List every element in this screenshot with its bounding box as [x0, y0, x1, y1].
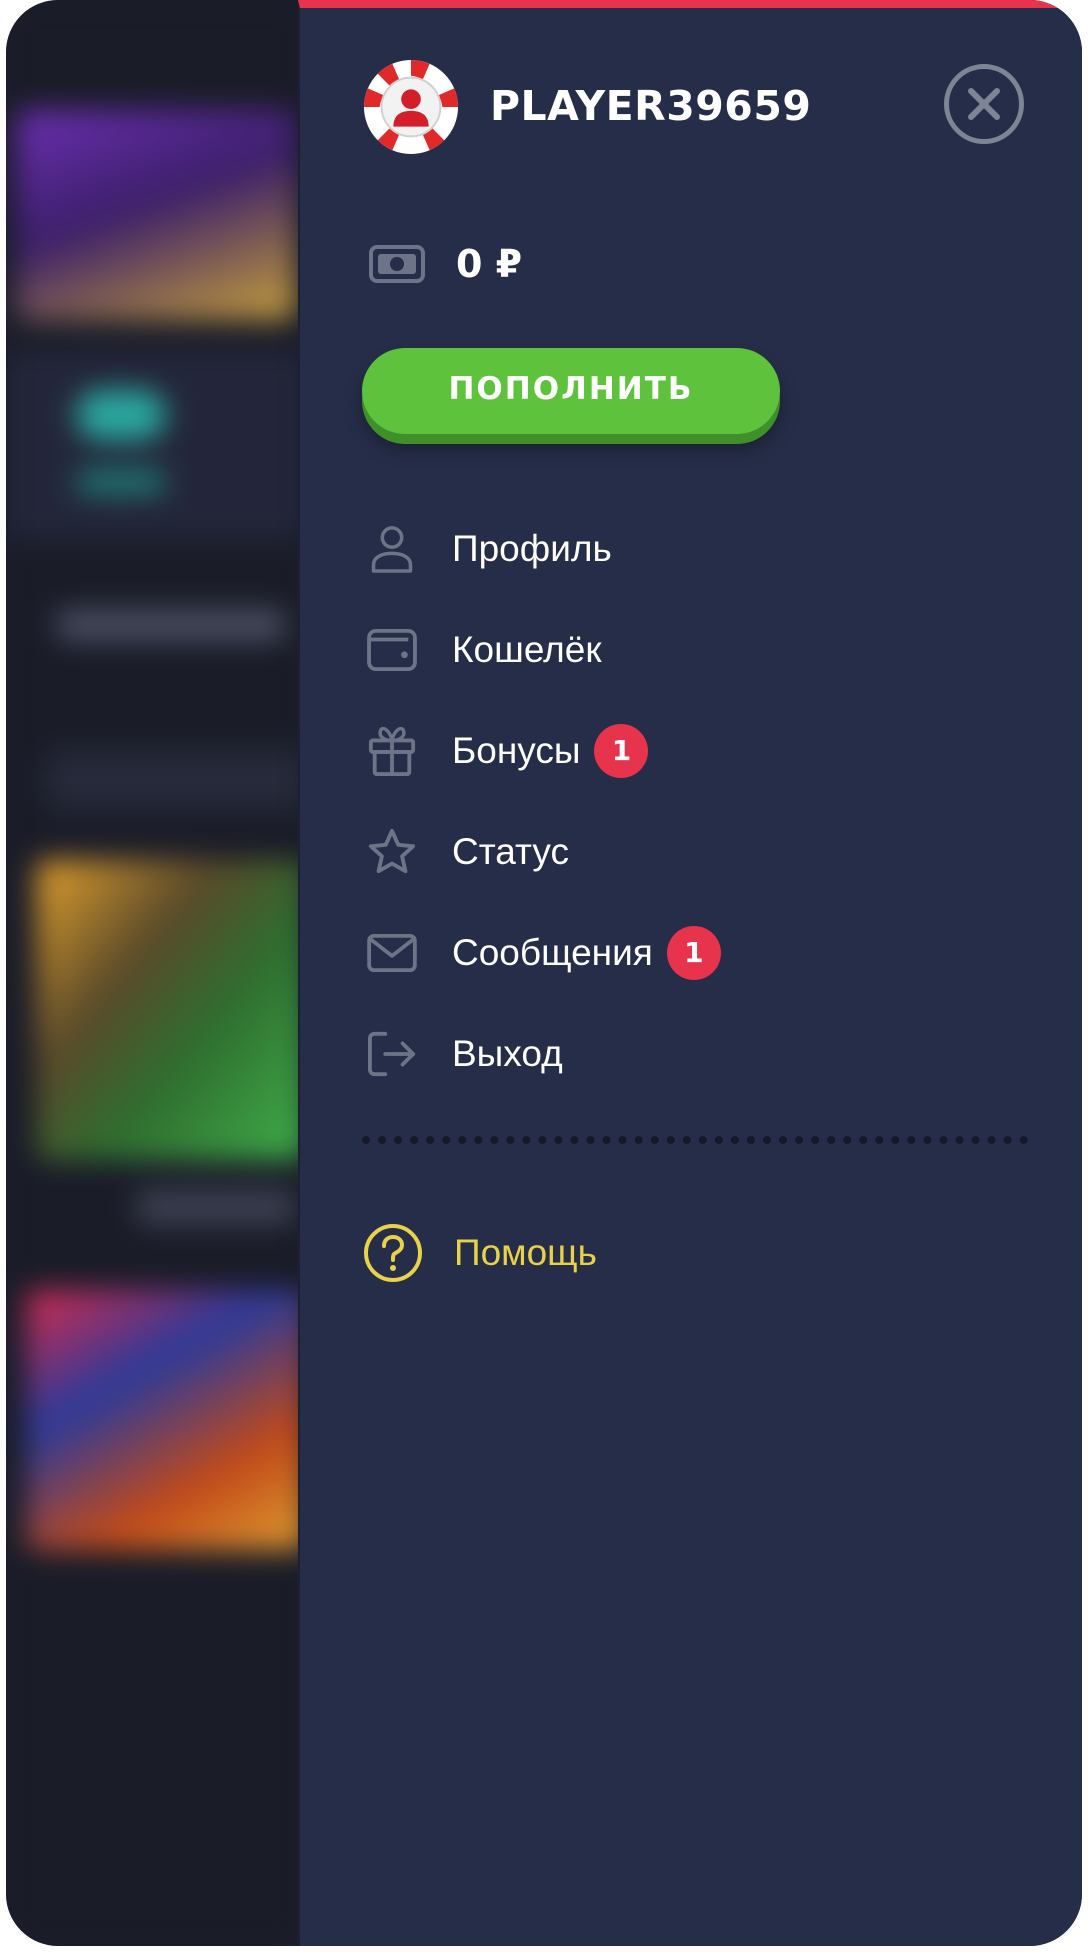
menu-item-label: Профиль [452, 527, 612, 569]
avatar-chip-icon [363, 59, 459, 155]
envelope-icon [362, 923, 422, 983]
close-button[interactable] [944, 64, 1024, 144]
username: PLAYER39659 [490, 82, 812, 130]
help-question-icon [364, 1224, 422, 1282]
menu-item-bonuses[interactable]: Бонусы 1 [362, 700, 1022, 801]
background-input-blur [46, 750, 306, 810]
menu-item-messages[interactable]: Сообщения 1 [362, 902, 1022, 1003]
balance-row: 0 ₽ [362, 236, 522, 292]
menu-item-label: Бонусы [452, 729, 581, 771]
menu-item-label: Статус [452, 830, 569, 872]
menu-item-logout[interactable]: Выход [362, 1003, 1022, 1104]
background-game-tile [36, 860, 306, 1160]
background-banner [6, 350, 306, 540]
logout-icon [362, 1024, 422, 1084]
background-app-blurred [6, 0, 306, 1946]
menu-item-wallet[interactable]: Кошелёк [362, 599, 1022, 700]
cash-icon [369, 245, 425, 283]
help-label: Помощь [454, 1232, 597, 1273]
background-text-blur [56, 610, 286, 640]
background-teal-shape [76, 390, 166, 440]
menu-item-label: Кошелёк [452, 628, 602, 670]
close-icon [968, 88, 1000, 120]
background-teal-bar [76, 470, 166, 494]
menu-item-label: Выход [452, 1032, 563, 1074]
gift-icon [362, 721, 422, 781]
dotted-divider [362, 1136, 1028, 1144]
balance-amount: 0 ₽ [456, 242, 523, 286]
background-game-tile [16, 110, 296, 320]
phone-screen: PLAYER39659 0 ₽ ПОПОЛНИТЬ Профиль Кошелё… [6, 0, 1082, 1946]
menu-item-status[interactable]: Статус [362, 801, 1022, 902]
background-game-tile [26, 1290, 306, 1550]
notification-badge: 1 [594, 723, 649, 778]
notification-badge: 1 [666, 925, 721, 980]
deposit-button[interactable]: ПОПОЛНИТЬ [362, 348, 780, 434]
menu-item-profile[interactable]: Профиль [362, 498, 1022, 599]
help-link[interactable]: Помощь [362, 1218, 597, 1288]
user-icon [362, 519, 422, 579]
wallet-icon [362, 620, 422, 680]
menu-item-label: Сообщения [452, 931, 653, 973]
account-menu: Профиль Кошелёк Бонусы 1 Статус Сообщени… [362, 498, 1022, 1104]
star-icon [362, 822, 422, 882]
account-drawer: PLAYER39659 0 ₽ ПОПОЛНИТЬ Профиль Кошелё… [298, 0, 1082, 1946]
drawer-header: PLAYER39659 [300, 48, 1082, 158]
background-text-blur [136, 1190, 296, 1224]
